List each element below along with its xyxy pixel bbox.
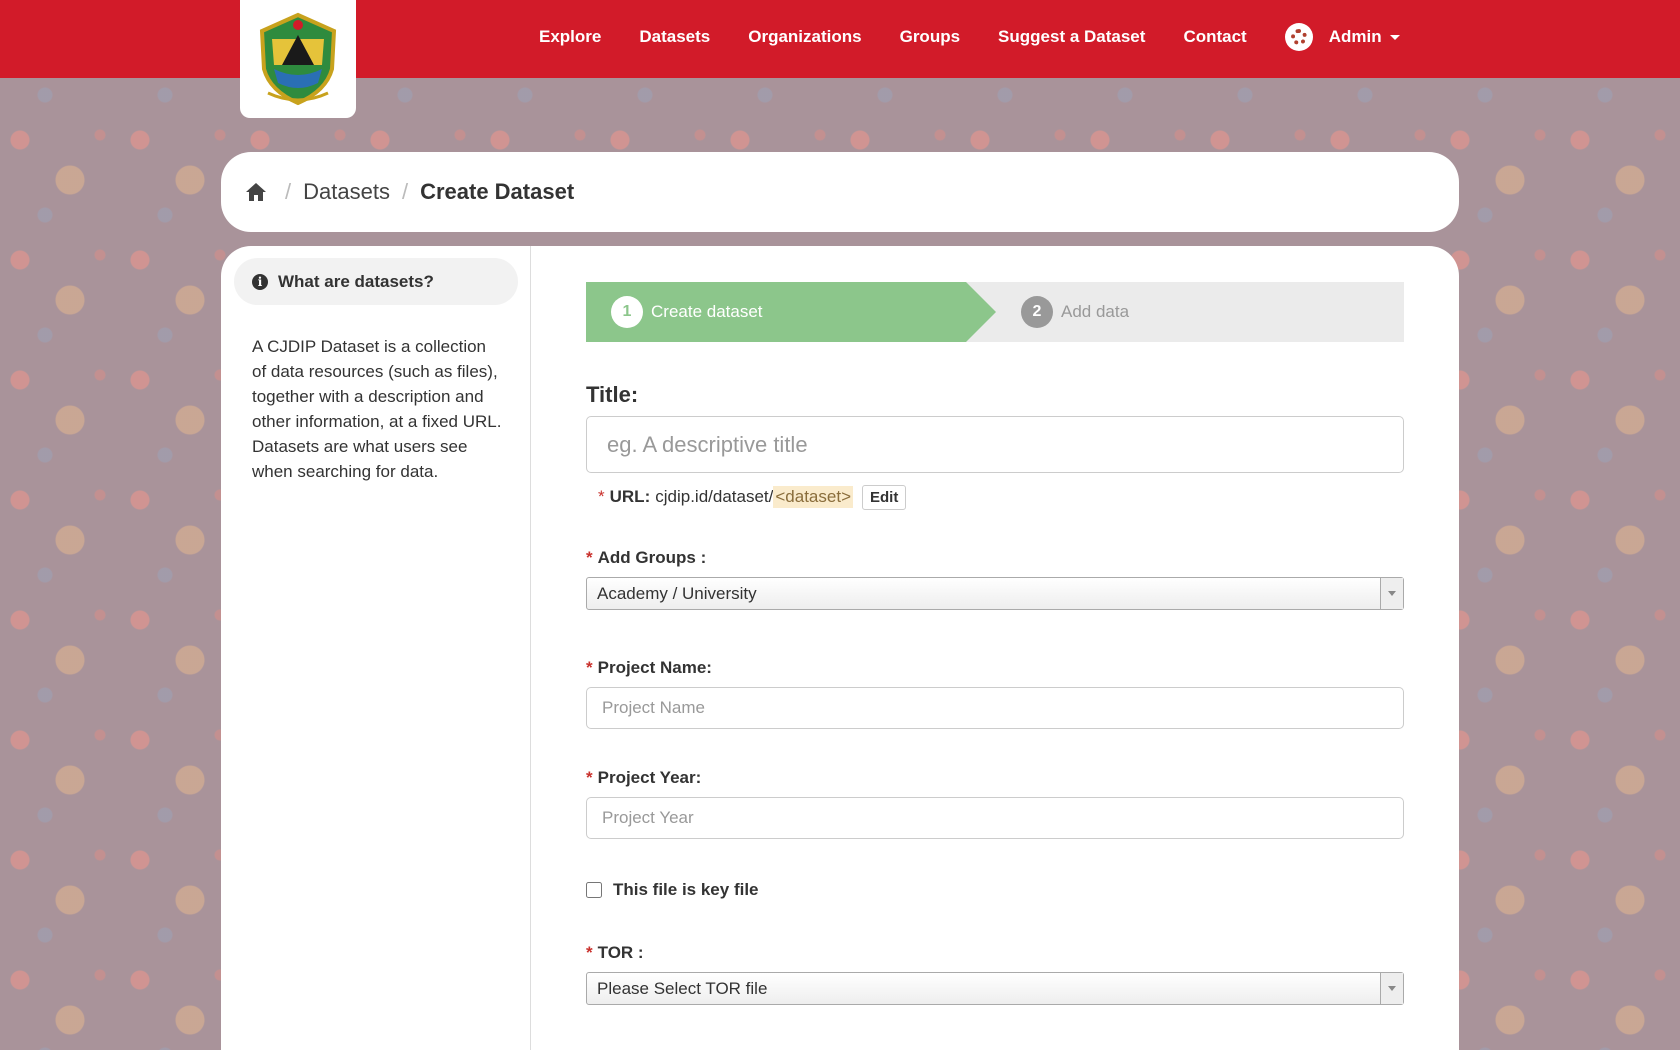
home-icon[interactable]	[245, 182, 267, 202]
project-name-input[interactable]	[586, 687, 1404, 729]
required-marker: *	[598, 487, 605, 506]
key-file-option[interactable]: This file is key file	[586, 880, 759, 900]
info-icon: i	[252, 273, 268, 290]
sidebar-description: A CJDIP Dataset is a collection of data …	[252, 337, 502, 481]
url-label: URL:	[609, 487, 651, 506]
nav-explore[interactable]: Explore	[539, 27, 601, 47]
stage-label: Add data	[1061, 302, 1130, 321]
nav-organizations[interactable]: Organizations	[748, 27, 861, 47]
project-year-label: * Project Year:	[586, 768, 702, 787]
avatar	[1284, 23, 1313, 51]
main-nav: Explore Datasets Organizations Groups Su…	[520, 0, 1400, 74]
url-prefix: cjdip.id/dataset/	[655, 487, 774, 506]
site-logo[interactable]	[240, 0, 356, 118]
user-name: Admin	[1328, 27, 1382, 46]
tor-selected-value: Please Select TOR file	[597, 978, 768, 998]
caret-down-icon	[1389, 34, 1400, 40]
top-navbar: Explore Datasets Organizations Groups Su…	[0, 0, 1680, 118]
tor-select[interactable]: Please Select TOR file	[586, 972, 1404, 1005]
key-file-label: This file is key file	[613, 880, 759, 899]
key-file-checkbox[interactable]	[586, 882, 602, 898]
province-emblem-icon	[259, 12, 337, 106]
groups-selected-value: Academy / University	[597, 583, 757, 603]
stage-number: 2	[1021, 296, 1053, 328]
nav-datasets[interactable]: Datasets	[639, 27, 710, 47]
edit-url-button[interactable]: Edit	[862, 484, 907, 510]
breadcrumb-datasets[interactable]: Datasets	[303, 179, 390, 205]
groups-label: * Add Groups :	[586, 548, 707, 567]
title-input[interactable]	[586, 416, 1404, 473]
sidebar-heading: i What are datasets?	[234, 258, 518, 305]
stage-add-data: 2 Add data	[1021, 282, 1129, 342]
project-year-input[interactable]	[586, 797, 1404, 839]
breadcrumb: / Datasets / Create Dataset	[221, 152, 1459, 232]
url-slug: <dataset>	[773, 486, 853, 508]
nav-suggest-dataset[interactable]: Suggest a Dataset	[998, 27, 1145, 47]
chevron-down-icon[interactable]	[1380, 578, 1403, 609]
sidebar: i What are datasets? A CJDIP Dataset is …	[221, 246, 531, 1050]
breadcrumb-separator: /	[285, 179, 292, 204]
title-label: Title:	[586, 382, 639, 407]
nav-groups[interactable]: Groups	[900, 27, 960, 47]
stage-create-dataset: 1 Create dataset	[586, 282, 996, 342]
url-row: * URL: cjdip.id/dataset/ <dataset> Edit	[598, 482, 907, 512]
nav-contact[interactable]: Contact	[1183, 27, 1246, 47]
tor-label: * TOR :	[586, 943, 644, 962]
stage-label: Create dataset	[651, 302, 763, 321]
sidebar-heading-text: What are datasets?	[278, 271, 434, 291]
breadcrumb-current[interactable]: Create Dataset	[420, 179, 574, 205]
breadcrumb-separator: /	[401, 179, 409, 204]
stage-number: 1	[611, 296, 643, 328]
project-name-label: * Project Name:	[586, 658, 712, 677]
chevron-down-icon[interactable]	[1380, 973, 1403, 1004]
groups-select[interactable]: Academy / University	[586, 577, 1404, 610]
form-stages: 1 Create dataset 2 Add data	[586, 282, 1404, 342]
main-card: i What are datasets? A CJDIP Dataset is …	[221, 246, 1459, 1050]
user-menu[interactable]: Admin	[1284, 23, 1400, 51]
